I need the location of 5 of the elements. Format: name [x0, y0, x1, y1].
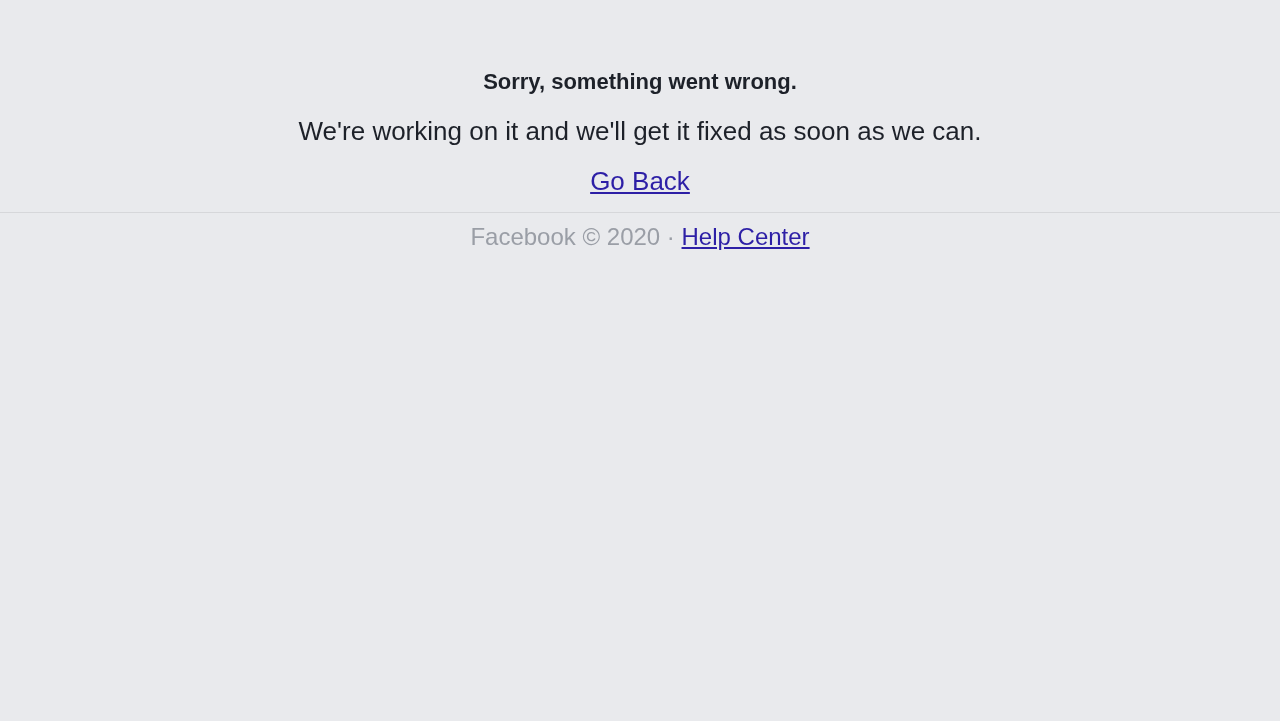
footer-text: Facebook © 2020 · Help Center [470, 222, 810, 252]
help-center-link[interactable]: Help Center [681, 223, 810, 250]
error-title: Sorry, something went wrong. [483, 68, 797, 96]
go-back-link[interactable]: Go Back [590, 165, 690, 197]
error-message: We're working on it and we'll get it fixed as soon as we can. [298, 115, 982, 147]
